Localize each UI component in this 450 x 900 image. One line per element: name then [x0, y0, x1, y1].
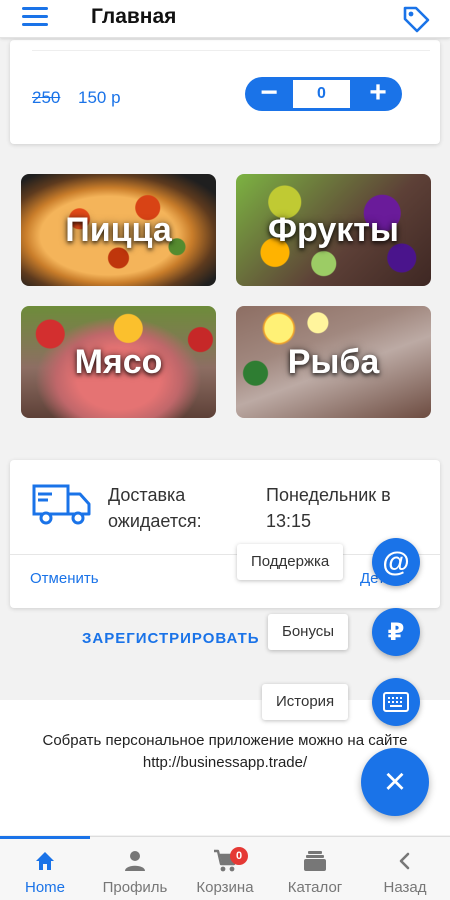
ruble-icon[interactable]: ₽: [372, 608, 420, 656]
delivery-truck-icon: [32, 480, 92, 526]
old-price: 250: [32, 88, 61, 107]
divider: [32, 50, 430, 51]
delivery-label: Доставка ожидается:: [108, 485, 202, 531]
category-fruits[interactable]: Фрукты: [236, 174, 431, 286]
new-price: 150 р: [78, 88, 121, 107]
back-icon: [393, 849, 417, 873]
fab-support-label[interactable]: Поддержка: [237, 544, 344, 580]
top-app-bar: Главная: [0, 0, 450, 38]
register-button[interactable]: ЗАРЕГИСТРИРОВАТЬ: [82, 630, 260, 647]
delivery-time: Понедельник в 13:15: [266, 485, 391, 531]
nav-item-home[interactable]: Home: [0, 837, 90, 900]
nav-item-back[interactable]: Назад: [360, 837, 450, 900]
nav-label: Home: [24, 879, 65, 896]
cart-badge: 0: [230, 847, 248, 865]
tag-icon[interactable]: [400, 3, 432, 35]
nav-label: Назад: [383, 879, 427, 896]
support-at-icon[interactable]: @: [372, 538, 420, 586]
ruble-symbol: ₽: [387, 618, 405, 646]
nav-label: Корзина: [196, 879, 254, 896]
quantity-stepper: − +: [245, 77, 402, 111]
close-icon: ×: [383, 761, 407, 803]
category-meat[interactable]: Мясо: [21, 306, 216, 418]
nav-label: Каталог: [287, 879, 343, 896]
fab-history-label[interactable]: История: [262, 684, 349, 720]
category-fish[interactable]: Рыба: [236, 306, 431, 418]
nav-label: Профиль: [102, 879, 168, 896]
category-pizza[interactable]: Пицца: [21, 174, 216, 286]
catalog-icon: [303, 849, 327, 873]
category-label: Фрукты: [268, 210, 399, 249]
product-card: 250 150 р − +: [10, 40, 440, 144]
increase-quantity-button[interactable]: +: [354, 77, 402, 111]
nav-item-catalog[interactable]: Каталог: [270, 837, 360, 900]
nav-item-cart[interactable]: Корзина: [180, 837, 270, 900]
category-label: Рыба: [287, 342, 380, 381]
bottom-navigation: Home Профиль Корзина 0 Каталог Назад: [0, 836, 450, 900]
quantity-input[interactable]: [293, 80, 350, 108]
page-title: Главная: [91, 5, 177, 28]
profile-icon: [123, 849, 147, 873]
category-label: Мясо: [74, 342, 163, 381]
fab-bonuses-label[interactable]: Бонусы: [268, 614, 349, 650]
category-label: Пицца: [65, 210, 172, 249]
decrease-quantity-button[interactable]: −: [245, 77, 293, 111]
home-icon: [33, 849, 57, 873]
close-fab-button[interactable]: ×: [361, 748, 429, 816]
hamburger-menu-icon[interactable]: [22, 7, 48, 29]
cancel-delivery-button[interactable]: Отменить: [30, 570, 99, 587]
delivery-card: Доставка ожидается: Понедельник в 13:15 …: [10, 460, 440, 608]
nav-item-profile[interactable]: Профиль: [90, 837, 180, 900]
keyboard-icon[interactable]: [372, 678, 420, 726]
at-symbol: @: [382, 546, 410, 577]
